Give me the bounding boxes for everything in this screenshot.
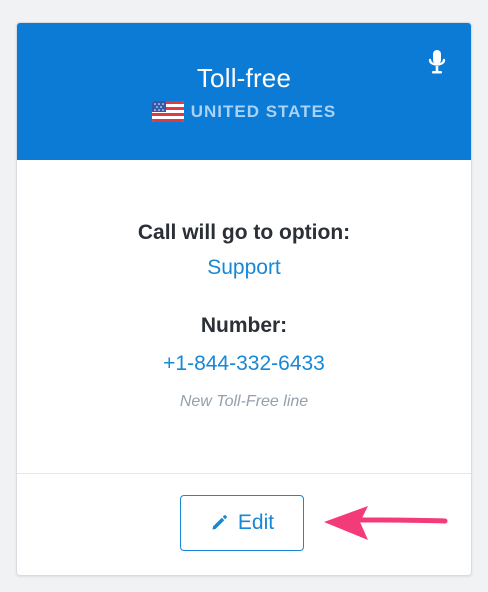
card-divider [17,473,471,474]
call-option-link[interactable]: Support [17,256,471,280]
number-label: Number: [200,314,288,337]
country-name: UNITED STATES [190,101,337,121]
card-title: Toll-free [196,63,292,93]
country-row: UNITED STATES [17,101,471,122]
us-flag-icon [151,101,184,122]
microphone-icon [428,50,446,74]
edit-button-label: Edit [237,511,275,534]
edit-button[interactable]: Edit [180,495,304,551]
phone-number-card: Toll-free UNITED STATES Call will go to … [16,22,472,576]
arrow-annotation-icon [324,506,448,540]
phone-number-link[interactable]: +1-844-332-6433 [17,352,471,376]
card-header: Toll-free UNITED STATES [17,23,471,160]
card-body: Call will go to option: Support Number: … [17,160,471,473]
number-note: New Toll-Free line [179,393,309,410]
call-label: Call will go to option: [137,221,351,244]
pencil-icon [212,515,227,530]
